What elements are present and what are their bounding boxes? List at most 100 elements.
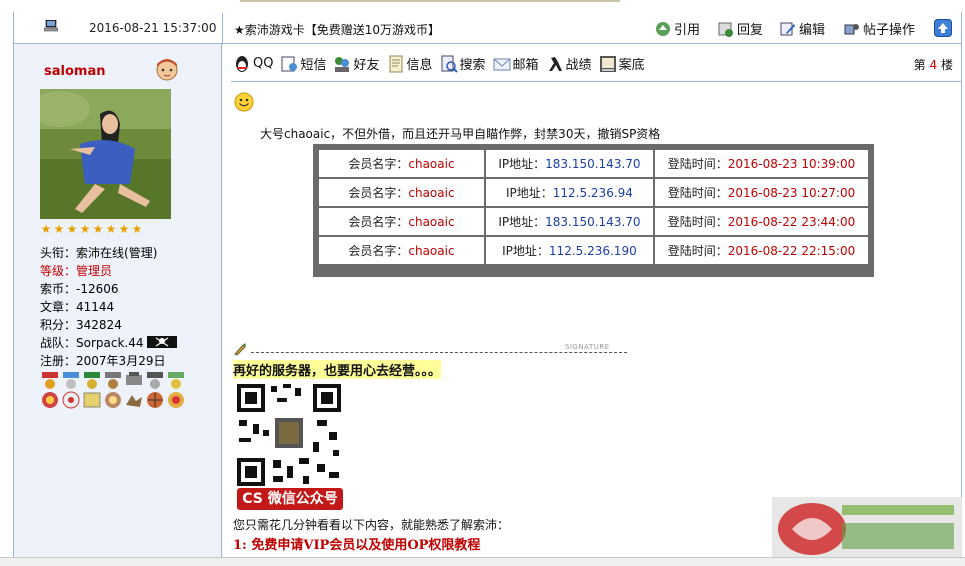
message-button[interactable]: 短信 [280, 54, 326, 73]
login-log-row: 会员名字：chaoaic IP地址：112.5.236.94 登陆时间：2016-0… [319, 179, 868, 206]
file-icon [599, 55, 616, 72]
info-button[interactable]: 信息 [387, 54, 433, 73]
signature-tag: SIGNATURE [565, 343, 610, 351]
signature-intro: 您只需花几分钟看看以下内容，就能熟悉了解索沛： [233, 518, 510, 532]
search-label: 搜索 [459, 58, 486, 73]
post-header: 2016-08-21 15:37:00 ★索沛游戏卡【免费赠送10万游戏币】 引… [14, 13, 961, 44]
wechat-qr-code [233, 380, 345, 490]
log-member: chaoaic [408, 244, 455, 258]
star-icon: ★ [53, 222, 65, 236]
log-ip-cell: IP地址：112.5.236.94 [485, 179, 653, 206]
medal-icon [42, 392, 58, 408]
info-icon [389, 55, 402, 72]
log-time: 2016-08-22 22:15:00 [727, 244, 856, 258]
edit-icon [780, 22, 795, 35]
signature-link-vip[interactable]: 1: 免费申请VIP会员以及使用OP权限教程 [233, 534, 480, 553]
log-ip-label: IP地址： [498, 157, 546, 171]
search-button[interactable]: 搜索 [440, 54, 486, 73]
record-button[interactable]: 战绩 [546, 54, 592, 73]
medal-icon [83, 392, 101, 408]
record-label: 战绩 [565, 58, 592, 73]
log-ip-label: IP地址： [505, 186, 553, 200]
user-title: 索沛在线(管理) [76, 246, 158, 260]
mail-icon [493, 58, 511, 70]
pirate-flag-icon [147, 336, 178, 348]
post-content: QQ 短信 好友 信息 搜索 邮箱 战绩 案底 第 4 楼 大号chaoaic，… [223, 44, 961, 565]
log-time-label: 登陆时间： [667, 244, 728, 258]
medal-icon [126, 372, 142, 385]
computer-icon [44, 20, 58, 32]
log-time-cell: 登陆时间：2016-08-22 22:15:00 [654, 237, 868, 264]
user-rank-stars: ★ ★ ★ ★ ★ ★ ★ ★ [40, 223, 143, 235]
star-icon: ★ [131, 222, 143, 236]
floor-num: 4 [929, 58, 938, 72]
user-medals [40, 372, 200, 409]
star-icon: ★ [118, 222, 130, 236]
log-member-label: 会员名字： [348, 244, 409, 258]
top-strip [0, 0, 965, 12]
file-button[interactable]: 案底 [599, 54, 645, 73]
log-ip-label: IP地址： [502, 244, 549, 258]
user-name[interactable]: saloman [44, 64, 105, 79]
content-divider [231, 81, 961, 82]
star-icon: ★ [105, 222, 117, 236]
log-time: 2016-08-23 10:39:00 [727, 157, 856, 171]
edit-button[interactable]: 编辑 [780, 19, 825, 38]
user-level: 管理员 [76, 264, 113, 278]
quote-button[interactable]: 引用 [655, 19, 700, 38]
user-title-row: 头衔：索沛在线(管理) [40, 246, 158, 260]
log-ip-cell: IP地址：183.150.143.70 [485, 150, 653, 177]
quote-icon [656, 21, 670, 36]
user-action-bar: QQ 短信 好友 信息 搜索 邮箱 战绩 案底 [233, 54, 652, 73]
log-member-label: 会员名字： [348, 215, 409, 229]
friends-button[interactable]: 好友 [333, 54, 380, 73]
user-level-row: 等级：管理员 [40, 264, 113, 278]
login-log-table: 会员名字：chaoaic IP地址：183.150.143.70 登陆时间：2016… [313, 144, 874, 277]
user-team-row: 战队：Sorpack.44 [40, 334, 178, 351]
star-icon: ★ [40, 222, 52, 236]
medal-icon [62, 391, 80, 409]
post-actions-button[interactable]: 帖子操作 [844, 19, 915, 38]
pencil-icon [234, 343, 246, 356]
medal-icon [147, 372, 163, 389]
post-actions-icon [844, 23, 859, 34]
log-member-cell: 会员名字：chaoaic [319, 150, 484, 177]
smiley-icon [234, 92, 254, 112]
post-actions-label: 帖子操作 [863, 23, 916, 38]
sorpack-logo [772, 497, 962, 559]
qq-button[interactable]: QQ [233, 54, 273, 73]
user-points-row: 积分：342824 [40, 318, 122, 332]
log-time: 2016-08-22 23:44:00 [727, 215, 856, 229]
log-ip-cell: IP地址：112.5.236.190 [485, 237, 653, 264]
star-icon: ★ [79, 222, 91, 236]
log-member-cell: 会员名字：chaoaic [319, 237, 484, 264]
file-label: 案底 [618, 58, 645, 73]
post-title: ★索沛游戏卡【免费赠送10万游戏币】 [234, 23, 441, 37]
search-icon [441, 55, 458, 73]
login-log: 会员名字：chaoaic IP地址：183.150.143.70 登陆时间：2016… [317, 148, 870, 266]
qq-icon [236, 55, 248, 72]
reply-icon [718, 22, 733, 37]
log-ip: 112.5.236.190 [548, 244, 637, 258]
user-face-icon [156, 59, 178, 81]
log-member-cell: 会员名字：chaoaic [319, 179, 484, 206]
medal-icon [42, 372, 58, 389]
user-coins: -12606 [76, 282, 119, 296]
record-icon [548, 56, 562, 71]
log-time-label: 登陆时间： [667, 157, 728, 171]
log-ip-label: IP地址： [498, 215, 546, 229]
mail-button[interactable]: 邮箱 [493, 54, 539, 73]
message-label: 短信 [300, 58, 327, 73]
message-icon [281, 56, 298, 71]
log-member-cell: 会员名字：chaoaic [319, 208, 484, 235]
quote-label: 引用 [674, 23, 701, 38]
scroll-top-icon[interactable] [934, 19, 952, 37]
user-team[interactable]: Sorpack.44 [76, 336, 144, 350]
reply-button[interactable]: 回复 [718, 19, 763, 38]
log-time-cell: 登陆时间：2016-08-23 10:27:00 [654, 179, 868, 206]
log-member: chaoaic [408, 215, 455, 229]
user-coins-row: 索币：-12606 [40, 282, 119, 296]
user-points: 342824 [76, 318, 122, 332]
log-time-label: 登陆时间： [667, 215, 728, 229]
user-posts-row: 文章：41144 [40, 300, 115, 314]
